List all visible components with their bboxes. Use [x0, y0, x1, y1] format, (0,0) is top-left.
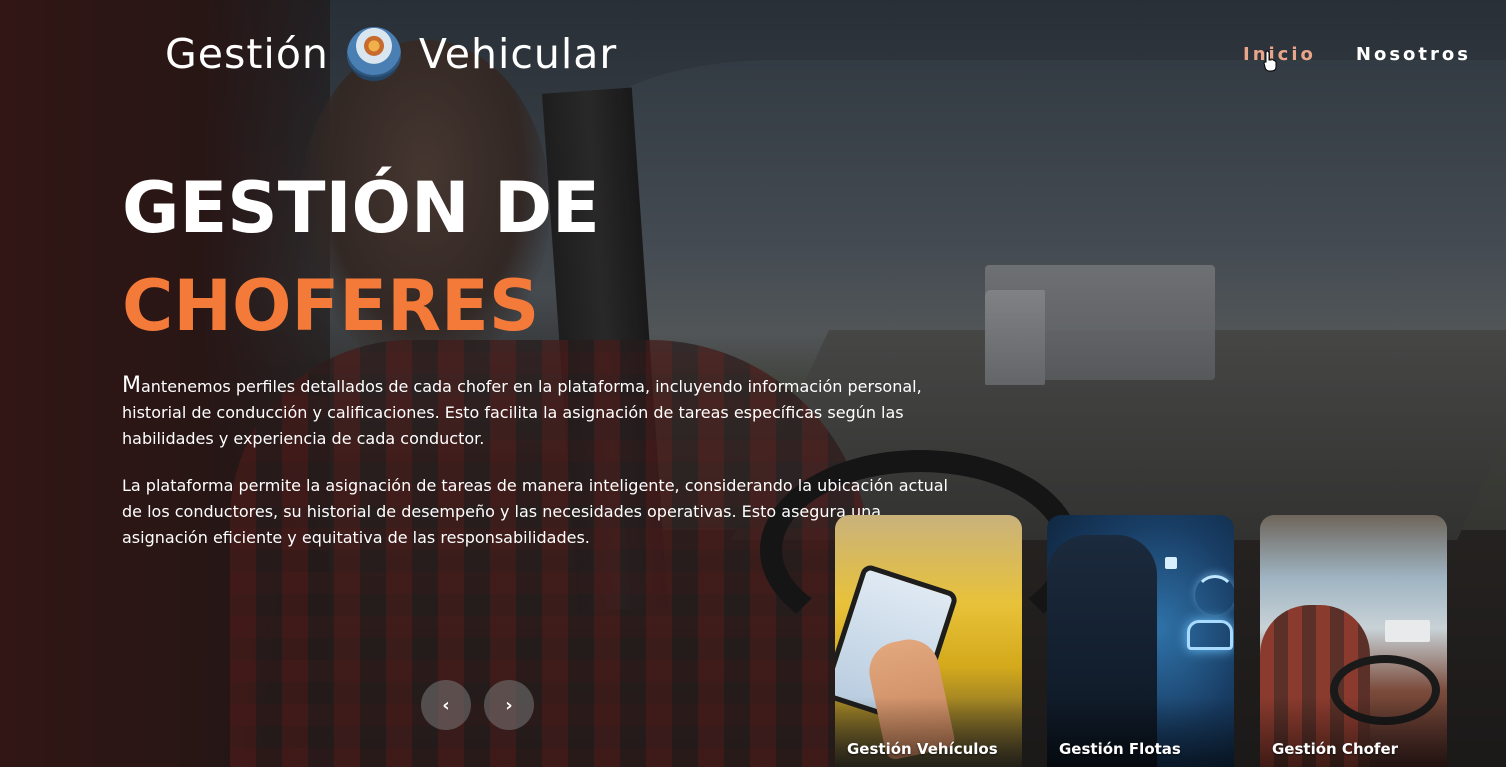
- lock-icon: [1165, 557, 1177, 569]
- card-gestion-chofer[interactable]: Gestión Chofer: [1260, 515, 1447, 767]
- hero-title-line1: GESTIÓN DE: [122, 167, 600, 249]
- hand-pointer-cursor-icon: [1263, 50, 1277, 72]
- card-label: Gestión Chofer: [1272, 740, 1399, 758]
- nav-item-nosotros[interactable]: Nosotros: [1356, 44, 1471, 65]
- main-nav: Inicio Nosotros L: [1243, 44, 1506, 65]
- card-gestion-vehiculos[interactable]: Gestión Vehículos: [835, 515, 1022, 767]
- hero-paragraph-1: Mantenemos perfiles detallados de cada c…: [122, 373, 922, 448]
- nav-item-inicio[interactable]: Inicio: [1243, 44, 1316, 65]
- truck-image: [1385, 620, 1430, 642]
- card-gestion-flotas[interactable]: Gestión Flotas: [1047, 515, 1234, 767]
- brand-name-left: Gestión: [165, 30, 329, 78]
- mountain-sun-logo-icon: [346, 27, 401, 81]
- car-icon: [1187, 620, 1233, 650]
- card-label: Gestión Flotas: [1059, 740, 1181, 758]
- card-label: Gestión Vehículos: [847, 740, 998, 758]
- slider-next-button[interactable]: ›: [484, 680, 534, 730]
- brand-name-right: Vehicular: [418, 30, 618, 78]
- hero-title-line2: CHOFERES: [122, 265, 540, 347]
- brand-logo[interactable]: Gestión Vehicular: [165, 27, 618, 81]
- slider-prev-button[interactable]: ‹: [421, 680, 471, 730]
- wifi-icon: [1195, 575, 1234, 615]
